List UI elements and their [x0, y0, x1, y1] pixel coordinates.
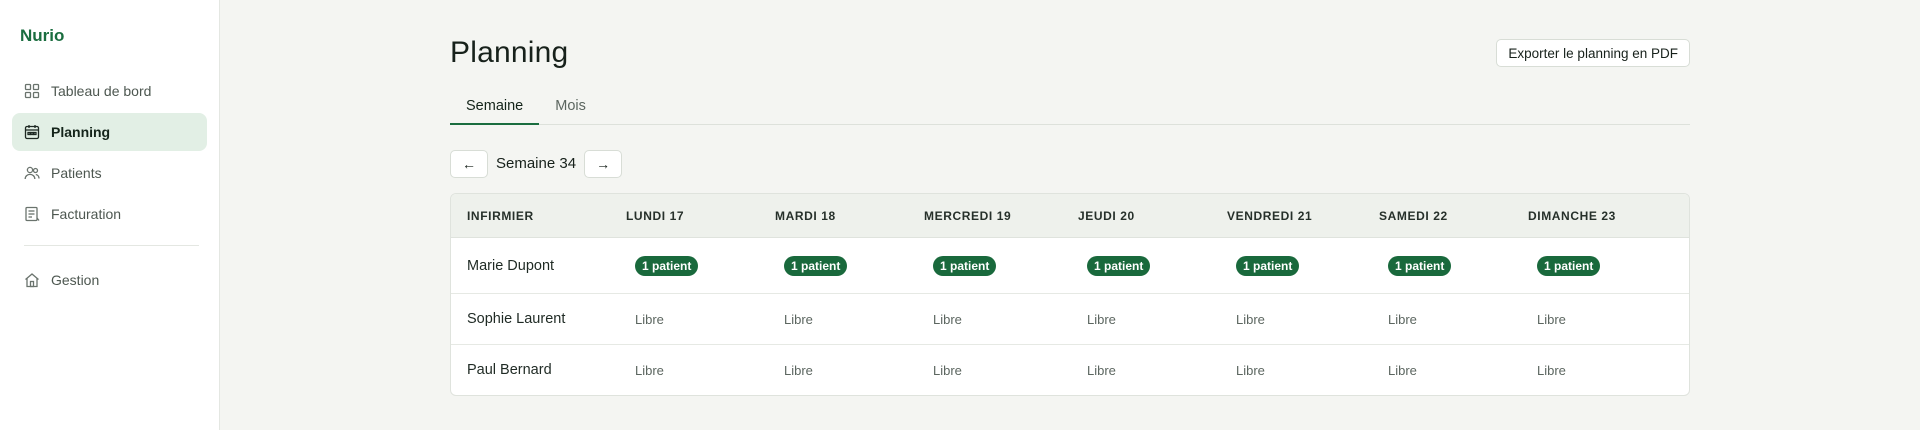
sidebar-item-label: Planning — [51, 124, 111, 140]
availability-cell[interactable]: Libre — [1528, 363, 1678, 378]
brand-logo[interactable]: Nurio — [12, 26, 207, 46]
availability-cell[interactable]: Libre — [626, 312, 775, 327]
sidebar: Nurio Tableau de bord Planning Patients … — [0, 0, 220, 430]
sidebar-item-facturation[interactable]: Facturation — [12, 195, 207, 233]
week-navigator: ← Semaine 34 → — [450, 149, 1690, 178]
app-root: Nurio Tableau de bord Planning Patients … — [0, 0, 1920, 430]
home-icon — [24, 272, 40, 288]
page-title: Planning — [450, 36, 569, 69]
column-header-day: MERCREDI 19 — [924, 208, 1012, 223]
invoice-icon — [24, 206, 40, 222]
nurse-name: Paul Bernard — [467, 362, 552, 378]
week-label: Semaine 34 — [496, 155, 577, 172]
patient-badge[interactable]: 1 patient — [1537, 255, 1601, 276]
patient-badge[interactable]: 1 patient — [635, 255, 699, 276]
sidebar-divider — [24, 245, 199, 246]
users-icon — [24, 165, 40, 181]
availability-cell[interactable]: Libre — [924, 312, 1078, 327]
sidebar-item-label: Facturation — [51, 206, 122, 222]
patient-badge[interactable]: 1 patient — [1087, 255, 1151, 276]
patient-badge[interactable]: 1 patient — [784, 255, 848, 276]
tab-mois[interactable]: Mois — [539, 96, 602, 125]
availability-cell[interactable]: Libre — [1379, 312, 1528, 327]
sidebar-item-label: Patients — [51, 165, 102, 181]
nurse-name: Marie Dupont — [467, 257, 555, 274]
table-header: INFIRMIER LUNDI 17 MARDI 18 MERCREDI 19 … — [451, 194, 1689, 238]
availability-cell[interactable]: Libre — [1379, 363, 1528, 378]
availability-cell[interactable]: Libre — [1227, 363, 1379, 378]
planning-table: INFIRMIER LUNDI 17 MARDI 18 MERCREDI 19 … — [450, 193, 1690, 396]
column-header-day: DIMANCHE 23 — [1528, 208, 1616, 223]
availability-cell[interactable]: Libre — [775, 312, 924, 327]
sidebar-item-patients[interactable]: Patients — [12, 154, 207, 192]
availability-cell[interactable]: Libre — [1078, 363, 1227, 378]
content-area: Planning Exporter le planning en PDF Sem… — [450, 0, 1690, 396]
column-header-day: LUNDI 17 — [626, 208, 685, 223]
column-header-infirmier: INFIRMIER — [467, 208, 534, 223]
prev-week-button[interactable]: ← — [450, 149, 488, 178]
page-header: Planning Exporter le planning en PDF — [450, 36, 1690, 70]
sidebar-item-dashboard[interactable]: Tableau de bord — [12, 72, 207, 110]
column-header-day: SAMEDI 22 — [1379, 208, 1448, 223]
sidebar-item-label: Gestion — [51, 272, 100, 288]
availability-cell[interactable]: Libre — [775, 363, 924, 378]
tab-semaine[interactable]: Semaine — [450, 96, 540, 125]
patient-badge[interactable]: 1 patient — [933, 255, 997, 276]
calendar-icon — [24, 124, 40, 140]
export-pdf-button[interactable]: Exporter le planning en PDF — [1496, 39, 1690, 67]
main-content: Planning Exporter le planning en PDF Sem… — [220, 0, 1920, 430]
nurse-name: Sophie Laurent — [467, 311, 566, 327]
table-row: Sophie Laurent Libre Libre Libre Libre L… — [451, 294, 1689, 345]
availability-cell[interactable]: Libre — [626, 363, 775, 378]
availability-cell[interactable]: Libre — [1227, 312, 1379, 327]
patient-badge[interactable]: 1 patient — [1388, 255, 1452, 276]
next-week-button[interactable]: → — [584, 149, 623, 178]
column-header-day: VENDREDI 21 — [1227, 208, 1313, 223]
table-row: Marie Dupont 1 patient 1 patient 1 patie… — [451, 238, 1689, 294]
sidebar-item-planning[interactable]: Planning — [12, 113, 207, 151]
availability-cell[interactable]: Libre — [924, 363, 1078, 378]
dashboard-icon — [24, 83, 40, 99]
patient-badge[interactable]: 1 patient — [1236, 255, 1300, 276]
table-row: Paul Bernard Libre Libre Libre Libre Lib… — [451, 345, 1689, 395]
view-tabs: Semaine Mois — [450, 96, 1690, 125]
column-header-day: JEUDI 20 — [1078, 208, 1135, 223]
column-header-day: MARDI 18 — [775, 208, 836, 223]
availability-cell[interactable]: Libre — [1078, 312, 1227, 327]
sidebar-item-label: Tableau de bord — [51, 83, 152, 99]
availability-cell[interactable]: Libre — [1528, 312, 1678, 327]
sidebar-item-gestion[interactable]: Gestion — [12, 261, 207, 299]
